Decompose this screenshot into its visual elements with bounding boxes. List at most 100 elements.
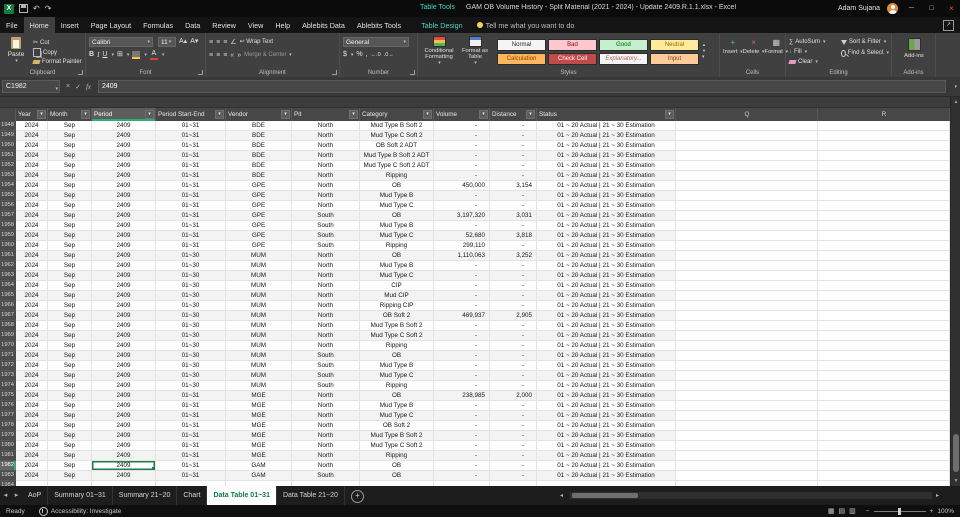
format-painter-button[interactable]: Format Painter <box>32 59 82 67</box>
align-middle-icon[interactable]: ≡ <box>216 39 220 46</box>
grid-cell[interactable]: - <box>434 321 490 331</box>
grid-cell[interactable]: 2409 <box>92 311 156 321</box>
grid-cell[interactable]: 2409 <box>92 251 156 261</box>
grid-cell[interactable]: - <box>434 151 490 161</box>
align-left-icon[interactable]: ≡ <box>209 52 213 59</box>
orientation-icon[interactable]: ∠ <box>230 38 236 46</box>
grid-cell[interactable]: North <box>292 171 360 181</box>
grid-cell[interactable]: 01~31 <box>156 401 226 411</box>
grid-cell[interactable]: 01 ~ 20 Actual | 21 ~ 30 Estimation <box>537 381 676 391</box>
increase-decimal-icon[interactable]: ←.0 <box>371 50 381 60</box>
scroll-up-icon[interactable]: ▲ <box>951 97 960 107</box>
grid-cell-empty[interactable] <box>676 451 818 461</box>
row-header-1973[interactable]: 1973 <box>0 371 16 381</box>
ribbon-tab-ablebits-data[interactable]: Ablebits Data <box>296 17 351 33</box>
grid-cell[interactable]: 2,000 <box>490 391 537 401</box>
row-header-1952[interactable]: 1952 <box>0 161 16 171</box>
grid-cell[interactable]: - <box>490 161 537 171</box>
column-header-period[interactable]: Period ▾ <box>92 108 156 121</box>
column-header-year[interactable]: Year ▾ <box>16 108 48 121</box>
column-header-vendor[interactable]: Vendor ▾ <box>226 108 292 121</box>
grid-cell[interactable]: North <box>292 461 360 471</box>
grid-cell[interactable]: Sep <box>48 181 92 191</box>
row-header-1964[interactable]: 1964 <box>0 281 16 291</box>
grid-cell[interactable]: Sep <box>48 141 92 151</box>
grid-cell[interactable]: 2024 <box>16 161 48 171</box>
grid-cell[interactable]: North <box>292 271 360 281</box>
grid-cell[interactable]: 2409 <box>92 451 156 461</box>
grid-cell[interactable]: Sep <box>48 371 92 381</box>
row-header-1967[interactable]: 1967 <box>0 311 16 321</box>
grid-cell[interactable]: Mud Type C <box>360 411 434 421</box>
grid-cell[interactable]: - <box>490 441 537 451</box>
grid-cell-empty[interactable] <box>676 331 818 341</box>
grid-cell[interactable]: 2024 <box>16 311 48 321</box>
grid-cell[interactable]: 2409 <box>92 271 156 281</box>
minimize-button[interactable]: ─ <box>905 0 918 17</box>
grid-cell[interactable]: MUM <box>226 331 292 341</box>
undo-icon[interactable]: ↶ <box>33 2 40 15</box>
grid-cell-empty[interactable] <box>676 301 818 311</box>
grid-cell[interactable]: - <box>490 201 537 211</box>
grid-cell-empty[interactable] <box>676 181 818 191</box>
grid-cell[interactable]: Sep <box>48 271 92 281</box>
grid-cell[interactable]: North <box>292 331 360 341</box>
vertical-scroll-thumb[interactable] <box>952 434 959 472</box>
column-header-period-start-end[interactable]: Period Start-End ▾ <box>156 108 226 121</box>
align-right-icon[interactable]: ≡ <box>223 52 227 59</box>
grid-cell[interactable]: - <box>490 171 537 181</box>
grid-cell[interactable]: North <box>292 391 360 401</box>
grid-cell[interactable]: 2024 <box>16 261 48 271</box>
sheet-tab-summary-01-31[interactable]: Summary 01~31 <box>48 486 113 505</box>
grid-cell-empty[interactable] <box>818 241 950 251</box>
grid-cell[interactable]: North <box>292 401 360 411</box>
row-header-1953[interactable]: 1953 <box>0 171 16 181</box>
grid-cell-empty[interactable] <box>818 151 950 161</box>
row-header-1981[interactable]: 1981 <box>0 451 16 461</box>
grid-cell[interactable]: 2409 <box>92 321 156 331</box>
column-header-month[interactable]: Month ▾ <box>48 108 92 121</box>
grid-cell[interactable]: Sep <box>48 331 92 341</box>
grid-cell-empty[interactable] <box>676 141 818 151</box>
select-all-corner[interactable] <box>0 108 16 121</box>
grid-cell[interactable]: Sep <box>48 321 92 331</box>
grid-cell[interactable]: Mud Type C Soft 2 <box>360 331 434 341</box>
comma-format-icon[interactable]: , <box>366 50 368 60</box>
redo-icon[interactable]: ↷ <box>45 2 52 15</box>
grid-cell[interactable]: 01 ~ 20 Actual | 21 ~ 30 Estimation <box>537 471 676 481</box>
grid-cell[interactable]: 01~30 <box>156 261 226 271</box>
grid-cell[interactable]: 01~31 <box>156 181 226 191</box>
grid-cell[interactable]: 2024 <box>16 221 48 231</box>
bold-button[interactable]: B <box>89 50 94 60</box>
grid-cell-empty[interactable] <box>818 371 950 381</box>
grid-cell[interactable]: Mud Type C <box>360 201 434 211</box>
grid-cell[interactable]: OB <box>360 391 434 401</box>
row-header-1968[interactable]: 1968 <box>0 321 16 331</box>
grid-cell[interactable]: South <box>292 371 360 381</box>
tell-me-box[interactable]: Tell me what you want to do <box>469 17 583 33</box>
grid-cell[interactable]: 2024 <box>16 241 48 251</box>
shrink-font-icon[interactable]: A▾ <box>190 37 198 47</box>
row-header-1970[interactable]: 1970 <box>0 341 16 351</box>
grid-cell[interactable]: Sep <box>48 241 92 251</box>
grid-cell[interactable]: - <box>434 471 490 481</box>
grid-cell[interactable]: MGE <box>226 421 292 431</box>
grid-cell[interactable]: 2024 <box>16 251 48 261</box>
grid-cell[interactable]: - <box>490 381 537 391</box>
grid-cell[interactable]: 01~31 <box>156 471 226 481</box>
grid-cell[interactable]: GPE <box>226 211 292 221</box>
grid-cell[interactable]: OB <box>360 461 434 471</box>
grid-cell[interactable]: BDE <box>226 161 292 171</box>
restore-button[interactable]: □ <box>925 0 938 17</box>
gallery-more-icon[interactable]: ▾ <box>702 54 706 60</box>
user-avatar[interactable] <box>887 3 898 14</box>
grid-cell[interactable]: 01 ~ 20 Actual | 21 ~ 30 Estimation <box>537 211 676 221</box>
grid-cell[interactable]: Sep <box>48 341 92 351</box>
grid-cell[interactable]: Sep <box>48 121 92 131</box>
grid-cell[interactable]: MGE <box>226 431 292 441</box>
grid-cell-empty[interactable] <box>818 181 950 191</box>
row-header-1960[interactable]: 1960 <box>0 241 16 251</box>
cell-style-good[interactable]: Good <box>599 39 648 51</box>
grid-cell[interactable]: 01 ~ 20 Actual | 21 ~ 30 Estimation <box>537 241 676 251</box>
cell-style-normal[interactable]: Normal <box>497 39 546 51</box>
